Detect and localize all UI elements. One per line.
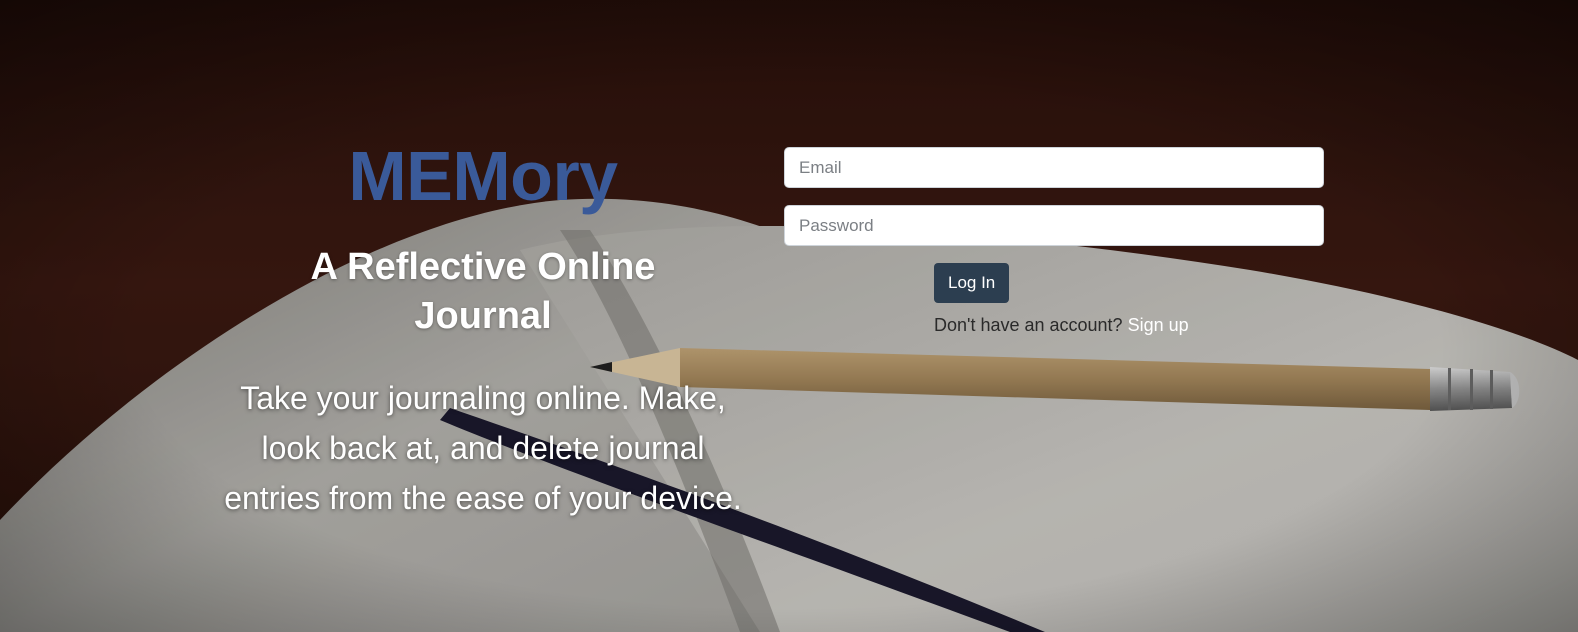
signup-prompt-text: Don't have an account? — [934, 315, 1123, 335]
email-input[interactable] — [784, 147, 1324, 188]
login-actions: Log In Don't have an account? Sign up — [934, 263, 1324, 336]
intro-column: MEMory A Reflective Online Journal Take … — [210, 138, 756, 524]
hero-section: MEMory A Reflective Online Journal Take … — [0, 0, 1578, 632]
page-description: Take your journaling online. Make, look … — [224, 380, 742, 517]
brand-logo-text: MEMory — [348, 137, 618, 215]
password-input[interactable] — [784, 205, 1324, 246]
signup-link[interactable]: Sign up — [1128, 315, 1189, 335]
page-tagline: A Reflective Online Journal — [310, 246, 656, 337]
login-button[interactable]: Log In — [934, 263, 1010, 303]
login-form: Log In Don't have an account? Sign up — [784, 147, 1324, 336]
signup-prompt-line: Don't have an account? Sign up — [934, 315, 1324, 336]
